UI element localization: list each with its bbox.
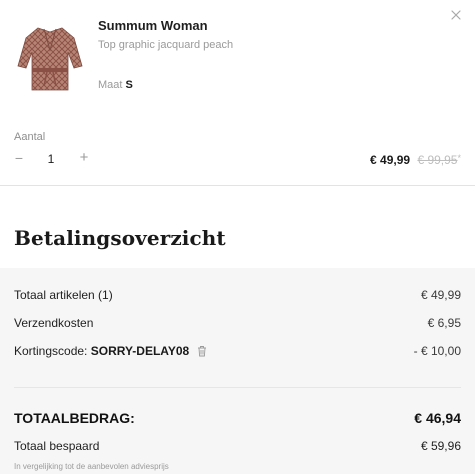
total-value: € 46,94: [414, 410, 461, 426]
price-original: € 99,95: [417, 153, 458, 167]
summary-row-label: Totaal artikelen (1): [14, 288, 113, 302]
saved-value: € 59,96: [420, 439, 461, 453]
coupon-label-group: Kortingscode: SORRY-DELAY08: [14, 344, 207, 358]
garment-illustration: [17, 27, 83, 91]
quantity-decrease-button[interactable]: −: [13, 150, 25, 166]
close-icon[interactable]: [449, 8, 463, 22]
price-current: € 49,99: [370, 153, 411, 167]
size-row: Maat S: [98, 79, 133, 91]
quantity-increase-button[interactable]: +: [78, 149, 90, 166]
coupon-value: - € 10,00: [413, 344, 461, 358]
product-brand[interactable]: Summum Woman: [98, 18, 208, 33]
summary-row-label: Verzendkosten: [14, 316, 94, 330]
footnote: In vergelijking tot de aanbevolen advies…: [14, 462, 169, 471]
summary-row-coupon: Kortingscode: SORRY-DELAY08 - € 10,00: [14, 344, 461, 358]
divider: [0, 185, 475, 186]
price-footnote-mark: *: [457, 153, 461, 163]
summary-row-items: Totaal artikelen (1) € 49,99: [14, 288, 461, 302]
summary-row-value: € 49,99: [420, 288, 461, 302]
product-name[interactable]: Top graphic jacquard peach: [98, 39, 233, 51]
saved-label: Totaal bespaard: [14, 439, 100, 453]
summary-row-value: € 6,95: [427, 316, 461, 330]
quantity-label: Aantal: [14, 131, 46, 143]
coupon-label: Kortingscode:: [14, 344, 88, 358]
coupon-code: SORRY-DELAY08: [90, 344, 190, 358]
quantity-value[interactable]: 1: [42, 152, 60, 166]
saved-row: Totaal bespaard € 59,96: [14, 439, 461, 453]
divider: [14, 387, 461, 388]
total-label: TOTAALBEDRAG:: [14, 410, 135, 426]
size-label: Maat: [98, 79, 123, 91]
summary-row-shipping: Verzendkosten € 6,95: [14, 316, 461, 330]
item-price: € 49,99 € 99,95*: [370, 153, 461, 167]
total-row: TOTAALBEDRAG: € 46,94: [14, 410, 461, 426]
product-image[interactable]: [14, 10, 86, 110]
size-value: S: [125, 79, 133, 91]
summary-title: Betalingsoverzicht: [14, 226, 226, 250]
trash-icon[interactable]: [197, 345, 207, 357]
